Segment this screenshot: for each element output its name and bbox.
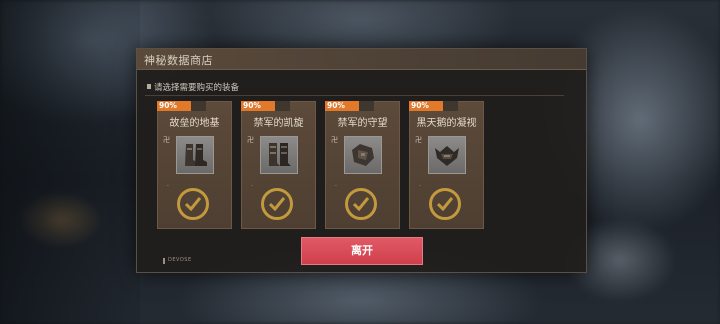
gauntlet-icon [352,144,374,166]
bullet-icon [147,84,151,89]
equipment-name: 禁军的守望 [337,118,388,129]
instruction-text: 请选择需要购买的装备 [154,83,240,93]
check-icon [269,197,285,211]
equipment-card-2[interactable]: 90% 禁军的凯旋 卍 · [241,101,316,229]
badge-strip [443,101,458,111]
greaves-icon [269,143,291,166]
rarity-mark: 卍 [331,136,338,144]
dialog-title: 神秘数据商店 [144,54,213,67]
selected-check [177,188,209,220]
discount-badge: 90% [157,101,193,111]
footer-logo: DEVOSE [163,257,195,264]
card-foot-text: · [419,183,421,190]
badge-strip [191,101,206,111]
card-foot-text: · [167,183,169,190]
leave-button[interactable]: 离开 [301,237,423,265]
check-icon [437,197,453,211]
equipment-card-4[interactable]: 90% 黑天鹅的凝视 卍 · [409,101,484,229]
check-icon [185,197,201,211]
badge-strip [275,101,290,111]
rarity-mark: 卍 [247,136,254,144]
boots-icon [185,144,207,166]
card-foot-text: · [251,183,253,190]
equipment-card-3[interactable]: 90% 禁军的守望 卍 · [325,101,400,229]
selected-check [261,188,293,220]
check-icon [353,197,369,211]
background-shade [0,0,140,324]
badge-strip [359,101,374,111]
selected-check [345,188,377,220]
card-foot-text: · [335,183,337,190]
rarity-mark: 卍 [163,136,170,144]
item-frame [260,136,298,174]
item-frame [176,136,214,174]
shop-dialog: 神秘数据商店 请选择需要购买的装备 90% 故垒的地基 卍 · 90% 禁军的凯… [136,48,587,273]
discount-badge: 90% [325,101,361,111]
item-frame [344,136,382,174]
divider [145,95,564,96]
dialog-header: 神秘数据商店 [137,49,586,70]
discount-badge: 90% [409,101,445,111]
helmet-icon [435,146,459,166]
selected-check [429,188,461,220]
footer-logo-text: DEVOSE [168,257,192,263]
equipment-name: 黑天鹅的凝视 [416,118,477,129]
rarity-mark: 卍 [415,136,422,144]
discount-badge: 90% [241,101,277,111]
equipment-name: 故垒的地基 [169,118,220,129]
equipment-card-1[interactable]: 90% 故垒的地基 卍 · [157,101,232,229]
item-frame [428,136,466,174]
equipment-name: 禁军的凯旋 [253,118,304,129]
